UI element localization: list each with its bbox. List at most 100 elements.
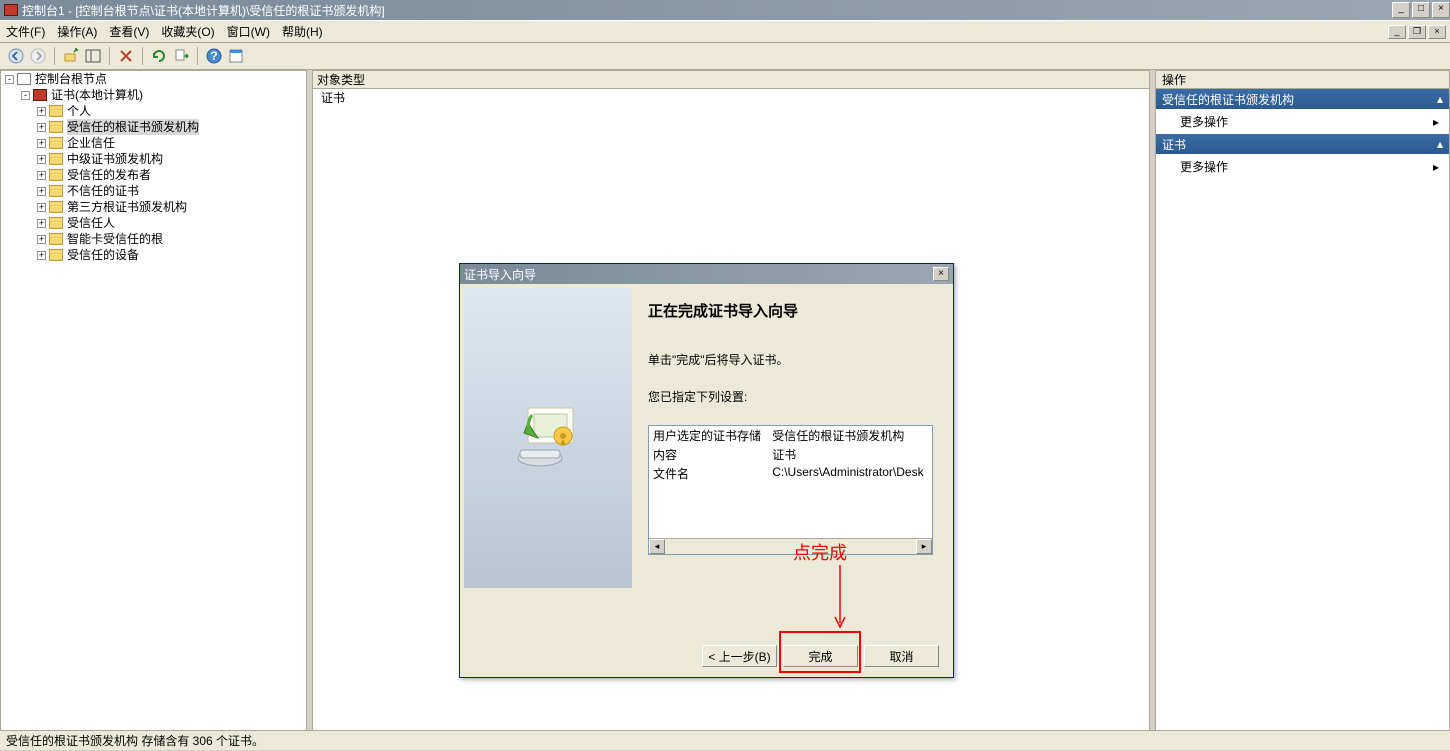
menu-help[interactable]: 帮助(H) bbox=[282, 23, 323, 40]
menu-window[interactable]: 窗口(W) bbox=[227, 23, 270, 40]
app-icon bbox=[4, 4, 18, 16]
folder-icon bbox=[49, 185, 63, 197]
folder-icon bbox=[49, 169, 63, 181]
tree-folder-label: 第三方根证书颁发机构 bbox=[67, 199, 187, 215]
settings-hscrollbar[interactable]: ◂ ▸ bbox=[649, 538, 932, 554]
folder-icon bbox=[49, 121, 63, 133]
dialog-close-button[interactable]: × bbox=[933, 267, 949, 281]
expand-icon[interactable]: + bbox=[37, 107, 46, 116]
refresh-button[interactable] bbox=[149, 46, 169, 66]
expand-icon[interactable]: + bbox=[37, 235, 46, 244]
expand-icon[interactable]: + bbox=[37, 203, 46, 212]
maximize-button[interactable]: □ bbox=[1412, 2, 1430, 18]
folder-icon bbox=[49, 217, 63, 229]
wizard-back-button[interactable]: < 上一步(B) bbox=[702, 645, 777, 667]
menu-favorites[interactable]: 收藏夹(O) bbox=[161, 23, 214, 40]
tree-folder-item[interactable]: + 不信任的证书 bbox=[1, 183, 306, 199]
tree-folder-item[interactable]: + 个人 bbox=[1, 103, 306, 119]
tree-folder-label: 受信任的发布者 bbox=[67, 167, 151, 183]
help-button[interactable]: ? bbox=[204, 46, 224, 66]
expand-icon[interactable]: + bbox=[37, 139, 46, 148]
expand-icon[interactable]: + bbox=[37, 219, 46, 228]
wizard-cancel-button[interactable]: 取消 bbox=[864, 645, 939, 667]
tree-folder-item[interactable]: + 受信任人 bbox=[1, 215, 306, 231]
tree-folder-item[interactable]: + 受信任的发布者 bbox=[1, 167, 306, 183]
up-button[interactable] bbox=[61, 46, 81, 66]
wizard-banner-image bbox=[464, 288, 632, 588]
folder-icon bbox=[49, 137, 63, 149]
certificates-icon bbox=[33, 89, 47, 101]
actions-section-cert[interactable]: 证书 ▴ bbox=[1156, 134, 1449, 154]
cert-import-wizard-dialog: 证书导入向导 × 正在完成证书导入向导 单击"完成"后将导入证书。 您已指定下列… bbox=[459, 263, 954, 678]
show-hide-tree-button[interactable] bbox=[83, 46, 103, 66]
folder-icon bbox=[49, 201, 63, 213]
tree-folder-label: 企业信任 bbox=[67, 135, 115, 151]
forward-button[interactable] bbox=[28, 46, 48, 66]
statusbar: 受信任的根证书颁发机构 存储含有 306 个证书。 bbox=[0, 730, 1450, 750]
tree-folder-item[interactable]: + 企业信任 bbox=[1, 135, 306, 151]
submenu-arrow-icon: ▸ bbox=[1433, 160, 1439, 174]
collapse-icon[interactable]: - bbox=[21, 91, 30, 100]
expand-icon[interactable]: + bbox=[37, 171, 46, 180]
export-button[interactable] bbox=[171, 46, 191, 66]
wizard-settings-list: 用户选定的证书存储受信任的根证书颁发机构 内容证书 文件名C:\Users\Ad… bbox=[648, 425, 933, 555]
window-title: 控制台1 - [控制台根节点\证书(本地计算机)\受信任的根证书颁发机构] bbox=[22, 2, 1390, 19]
wizard-heading: 正在完成证书导入向导 bbox=[648, 300, 933, 321]
wizard-settings-label: 您已指定下列设置: bbox=[648, 388, 933, 405]
actions-header: 操作 bbox=[1156, 71, 1449, 89]
setting-key-store: 用户选定的证书存储 bbox=[649, 426, 768, 445]
tree-folder-label: 不信任的证书 bbox=[67, 183, 139, 199]
mdi-restore-button[interactable]: ❐ bbox=[1408, 25, 1426, 39]
dialog-titlebar[interactable]: 证书导入向导 × bbox=[460, 264, 953, 284]
submenu-arrow-icon: ▸ bbox=[1433, 115, 1439, 129]
actions-more-2[interactable]: 更多操作 ▸ bbox=[1156, 154, 1449, 179]
expand-icon[interactable]: + bbox=[37, 251, 46, 260]
tree-folder-label: 受信任人 bbox=[67, 215, 115, 231]
properties-button[interactable] bbox=[226, 46, 246, 66]
list-item-certificates[interactable]: 证书 bbox=[313, 89, 1149, 105]
tree-folder-item[interactable]: +中级证书颁发机构 bbox=[1, 151, 306, 167]
annotation-text: 点完成 bbox=[793, 539, 847, 565]
menu-action[interactable]: 操作(A) bbox=[57, 23, 97, 40]
folder-icon bbox=[49, 153, 63, 165]
expand-icon[interactable]: + bbox=[37, 123, 46, 132]
tree-pane[interactable]: - 控制台根节点 - 证书(本地计算机) +个人+受信任的根证书颁发机构+企业信… bbox=[0, 70, 307, 738]
tree-root[interactable]: - 控制台根节点 bbox=[1, 71, 306, 87]
dialog-title: 证书导入向导 bbox=[464, 266, 933, 283]
svg-text:?: ? bbox=[210, 49, 217, 63]
wizard-finish-button[interactable]: 完成 bbox=[783, 645, 858, 667]
menubar: 文件(F) 操作(A) 查看(V) 收藏夹(O) 窗口(W) 帮助(H) _ ❐… bbox=[0, 20, 1450, 42]
console-root-icon bbox=[17, 73, 31, 85]
scroll-left-button[interactable]: ◂ bbox=[649, 539, 665, 554]
tree-folder-item[interactable]: + 第三方根证书颁发机构 bbox=[1, 199, 306, 215]
tree-folder-item[interactable]: + 智能卡受信任的根 bbox=[1, 231, 306, 247]
delete-button[interactable] bbox=[116, 46, 136, 66]
mdi-close-button[interactable]: × bbox=[1428, 25, 1446, 39]
expand-icon[interactable]: + bbox=[37, 155, 46, 164]
tree-certs-local[interactable]: - 证书(本地计算机) bbox=[1, 87, 306, 103]
tree-folder-item[interactable]: +受信任的根证书颁发机构 bbox=[1, 119, 306, 135]
tree-folder-label: 个人 bbox=[67, 103, 91, 119]
folder-icon bbox=[49, 233, 63, 245]
setting-key-filename: 文件名 bbox=[649, 464, 768, 483]
scroll-right-button[interactable]: ▸ bbox=[916, 539, 932, 554]
expand-icon[interactable]: + bbox=[37, 187, 46, 196]
minimize-button[interactable]: _ bbox=[1392, 2, 1410, 18]
collapse-icon[interactable]: - bbox=[5, 75, 14, 84]
actions-more-1[interactable]: 更多操作 ▸ bbox=[1156, 109, 1449, 134]
actions-section-store[interactable]: 受信任的根证书颁发机构 ▴ bbox=[1156, 89, 1449, 109]
collapse-arrow-icon: ▴ bbox=[1437, 137, 1443, 151]
close-button[interactable]: × bbox=[1432, 2, 1450, 18]
folder-icon bbox=[49, 105, 63, 117]
tree-folder-item[interactable]: +受信任的设备 bbox=[1, 247, 306, 263]
annotation-arrow-icon bbox=[830, 565, 850, 635]
tree-certs-label: 证书(本地计算机) bbox=[51, 87, 143, 103]
list-header[interactable]: 对象类型 bbox=[313, 71, 1149, 89]
back-button[interactable] bbox=[6, 46, 26, 66]
menu-view[interactable]: 查看(V) bbox=[109, 23, 149, 40]
mdi-minimize-button[interactable]: _ bbox=[1388, 25, 1406, 39]
menu-file[interactable]: 文件(F) bbox=[6, 23, 45, 40]
setting-key-content: 内容 bbox=[649, 445, 768, 464]
tree-folder-label: 智能卡受信任的根 bbox=[67, 231, 163, 247]
setting-val-content: 证书 bbox=[768, 445, 932, 464]
